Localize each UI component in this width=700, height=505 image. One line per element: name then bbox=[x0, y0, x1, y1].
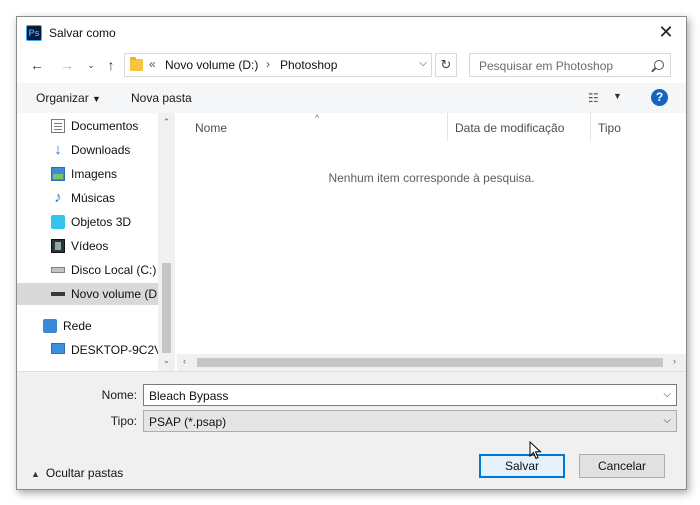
breadcrumb-overflow[interactable]: « bbox=[149, 57, 156, 71]
file-list-horizontal-scrollbar[interactable]: ‹ › bbox=[177, 354, 686, 371]
sidebar-item-downloads[interactable]: ↓ Downloads bbox=[17, 139, 158, 161]
sidebar-item-label: DESKTOP-9C2VN bbox=[71, 343, 171, 357]
column-header-date-modified[interactable]: Data de modificação bbox=[455, 121, 564, 149]
sidebar-item-label: Objetos 3D bbox=[71, 215, 132, 229]
breadcrumb-photoshop[interactable]: Photoshop bbox=[280, 58, 337, 72]
save-options-panel: Nome: Bleach Bypass ⌵ Tipo: PSAP (*.psap… bbox=[17, 371, 686, 489]
folder-icon bbox=[130, 57, 143, 71]
search-box[interactable]: Pesquisar em Photoshop bbox=[469, 53, 671, 77]
mouse-cursor-icon bbox=[529, 441, 542, 460]
file-name-dropdown-icon[interactable]: ⌵ bbox=[663, 389, 671, 400]
documents-icon bbox=[51, 119, 65, 133]
search-icon[interactable] bbox=[654, 60, 664, 70]
videos-icon bbox=[51, 239, 65, 253]
file-type-value: PSAP (*.psap) bbox=[149, 415, 227, 429]
forward-arrow-icon[interactable]: → bbox=[57, 55, 77, 75]
save-as-dialog: Ps Salvar como ✕ ← → ⌄ ↑ « Novo volume (… bbox=[16, 16, 687, 490]
photoshop-logo-icon: Ps bbox=[26, 25, 42, 41]
address-bar[interactable]: « Novo volume (D:) › Photoshop ⌵ bbox=[124, 53, 432, 77]
sidebar-item-label: Documentos bbox=[71, 119, 139, 133]
sidebar-item-label: Disco Local (C:) bbox=[71, 263, 157, 277]
music-icon: ♪ bbox=[54, 189, 62, 206]
sidebar-item-videos[interactable]: Vídeos bbox=[17, 235, 158, 257]
pictures-icon bbox=[51, 167, 65, 181]
empty-list-message: Nenhum item corresponde à pesquisa. bbox=[328, 171, 535, 185]
network-icon bbox=[43, 319, 57, 333]
scroll-left-arrow-icon[interactable]: ‹ bbox=[183, 356, 186, 366]
back-arrow-icon[interactable]: ← bbox=[27, 55, 47, 75]
sidebar-item-label: Rede bbox=[63, 319, 92, 333]
scroll-up-arrow-icon[interactable]: ⌃ bbox=[158, 117, 175, 128]
hide-folders-label: Ocultar pastas bbox=[45, 466, 124, 480]
save-button[interactable]: Salvar bbox=[479, 454, 565, 478]
sidebar-item-imagens[interactable]: Imagens bbox=[17, 163, 158, 185]
sidebar-item-disco-local[interactable]: Disco Local (C:) bbox=[17, 259, 158, 281]
view-dropdown-icon[interactable]: ▼ bbox=[613, 91, 622, 101]
hide-folders-toggle[interactable]: ▲ Ocultar pastas bbox=[31, 466, 123, 480]
title-bar: Ps Salvar como ✕ bbox=[17, 17, 686, 49]
sidebar-item-musicas[interactable]: ♪ Músicas bbox=[17, 187, 158, 209]
breadcrumb-separator: › bbox=[266, 57, 270, 71]
sort-ascending-icon: ^ bbox=[315, 113, 320, 123]
file-type-label: Tipo: bbox=[110, 414, 137, 428]
up-arrow-icon[interactable]: ↑ bbox=[101, 55, 121, 75]
scrollbar-thumb[interactable] bbox=[197, 358, 663, 367]
command-bar: Organizar ▼ Nova pasta ☷ ▼ ? bbox=[17, 83, 686, 113]
file-type-dropdown-icon[interactable]: ⌵ bbox=[663, 415, 671, 426]
search-input[interactable]: Pesquisar em Photoshop bbox=[479, 59, 613, 73]
column-divider[interactable] bbox=[447, 113, 448, 141]
address-toolbar: ← → ⌄ ↑ « Novo volume (D:) › Photoshop ⌵… bbox=[17, 49, 686, 81]
view-options-icon[interactable]: ☷ bbox=[588, 92, 604, 104]
file-name-label: Nome: bbox=[101, 388, 137, 402]
sidebar-item-rede[interactable]: Rede bbox=[17, 315, 158, 337]
sidebar-item-label: Vídeos bbox=[71, 239, 109, 253]
column-header-name[interactable]: Nome bbox=[195, 121, 227, 149]
sidebar-item-documentos[interactable]: Documentos bbox=[17, 115, 158, 137]
sidebar-item-label: Imagens bbox=[71, 167, 118, 181]
computer-icon bbox=[51, 343, 65, 354]
organize-dropdown-icon: ▼ bbox=[92, 94, 101, 104]
sidebar-item-label: Músicas bbox=[71, 191, 116, 205]
downloads-icon: ↓ bbox=[54, 141, 62, 158]
column-header-type[interactable]: Tipo bbox=[598, 121, 621, 149]
organize-label: Organizar bbox=[36, 91, 89, 105]
help-icon[interactable]: ? bbox=[651, 89, 668, 106]
column-divider[interactable] bbox=[590, 113, 591, 141]
dialog-title: Salvar como bbox=[49, 26, 116, 40]
recent-locations-chevron-icon[interactable]: ⌄ bbox=[81, 55, 101, 75]
file-type-select[interactable]: PSAP (*.psap) ⌵ bbox=[143, 410, 677, 432]
new-folder-button[interactable]: Nova pasta bbox=[131, 91, 192, 105]
3d-objects-icon bbox=[51, 215, 65, 229]
navigation-vertical-scrollbar[interactable]: ⌃ ⌄ bbox=[158, 113, 175, 371]
scroll-down-arrow-icon[interactable]: ⌄ bbox=[158, 355, 175, 366]
cancel-button[interactable]: Cancelar bbox=[579, 454, 665, 478]
navigation-pane: Documentos ↓ Downloads Imagens ♪ Músicas… bbox=[17, 113, 175, 371]
refresh-icon[interactable]: ↻ bbox=[435, 53, 457, 77]
file-list-pane: ^ Nome Data de modificação Tipo Nenhum i… bbox=[177, 113, 686, 371]
sidebar-item-desktop[interactable]: DESKTOP-9C2VN bbox=[17, 339, 171, 361]
sidebar-item-label: Downloads bbox=[71, 143, 131, 157]
sidebar-item-objetos-3d[interactable]: Objetos 3D bbox=[17, 211, 158, 233]
chevron-up-icon: ▲ bbox=[31, 469, 40, 479]
sidebar-item-label: Novo volume (D bbox=[71, 287, 158, 301]
sidebar-item-novo-volume[interactable]: Novo volume (D bbox=[17, 283, 158, 305]
file-name-field[interactable]: Bleach Bypass ⌵ bbox=[143, 384, 677, 406]
address-dropdown-chevron-icon[interactable]: ⌵ bbox=[419, 58, 427, 69]
breadcrumb-drive[interactable]: Novo volume (D:) bbox=[165, 58, 258, 72]
close-button[interactable]: ✕ bbox=[646, 17, 686, 49]
scroll-right-arrow-icon[interactable]: › bbox=[673, 356, 676, 366]
scrollbar-thumb[interactable] bbox=[162, 263, 171, 353]
drive-icon bbox=[51, 292, 65, 296]
organize-button[interactable]: Organizar ▼ bbox=[36, 91, 101, 105]
local-disk-icon bbox=[51, 267, 65, 273]
file-name-value[interactable]: Bleach Bypass bbox=[149, 389, 228, 403]
